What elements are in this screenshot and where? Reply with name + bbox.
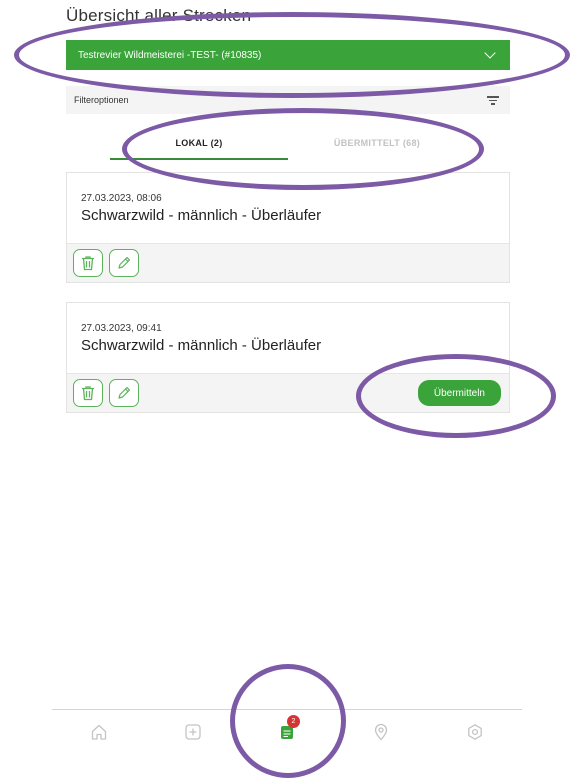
entry-date: 27.03.2023, 09:41	[81, 323, 162, 334]
tab-uebermittelt[interactable]: ÜBERMITTELT (68)	[288, 128, 466, 160]
add-icon	[185, 724, 201, 740]
list-item[interactable]: 27.03.2023, 08:06 Schwarzwild - männlich…	[66, 172, 510, 283]
entry-title: Schwarzwild - männlich - Überläufer	[81, 207, 322, 224]
nav-add[interactable]	[173, 715, 213, 749]
delete-button[interactable]	[73, 379, 103, 407]
nav-home[interactable]	[79, 715, 119, 749]
notification-badge: 2	[287, 715, 300, 728]
delete-button[interactable]	[73, 249, 103, 277]
trash-icon	[82, 386, 94, 401]
submit-button[interactable]: Übermitteln	[417, 380, 501, 406]
entry-date: 27.03.2023, 08:06	[81, 193, 162, 204]
tab-bar: LOKAL (2) ÜBERMITTELT (68)	[110, 128, 466, 160]
home-icon	[91, 724, 107, 740]
edit-button[interactable]	[109, 249, 139, 277]
nav-settings[interactable]	[455, 715, 495, 749]
edit-button[interactable]	[109, 379, 139, 407]
entry-actions	[67, 243, 509, 282]
nav-map[interactable]	[361, 715, 401, 749]
entry-title: Schwarzwild - männlich - Überläufer	[81, 337, 322, 354]
tab-lokal[interactable]: LOKAL (2)	[110, 128, 288, 160]
settings-icon	[468, 724, 482, 740]
map-pin-icon	[374, 723, 388, 741]
page-title: Übersicht aller Strecken	[66, 6, 252, 25]
revier-dropdown[interactable]: Testrevier Wildmeisterei -TEST- (#10835)	[66, 40, 510, 70]
chevron-down-icon	[484, 47, 496, 59]
list-item[interactable]: 27.03.2023, 09:41 Schwarzwild - männlich…	[66, 302, 510, 413]
nav-list[interactable]: 2	[267, 715, 307, 749]
filter-options-label: Filteroptionen	[74, 95, 129, 105]
entry-actions: Übermitteln	[67, 373, 509, 412]
filter-icon[interactable]	[487, 95, 499, 105]
pencil-icon	[118, 256, 131, 269]
bottom-navigation: 2	[52, 709, 522, 754]
app-screen: Übersicht aller Strecken Testrevier Wild…	[0, 0, 584, 778]
revier-selected-value: Testrevier Wildmeisterei -TEST- (#10835)	[78, 49, 262, 61]
entry-content: 27.03.2023, 08:06 Schwarzwild - männlich…	[67, 173, 509, 243]
filter-options-bar[interactable]: Filteroptionen	[66, 86, 510, 114]
pencil-icon	[118, 386, 131, 399]
entry-content: 27.03.2023, 09:41 Schwarzwild - männlich…	[67, 303, 509, 373]
trash-icon	[82, 256, 94, 271]
